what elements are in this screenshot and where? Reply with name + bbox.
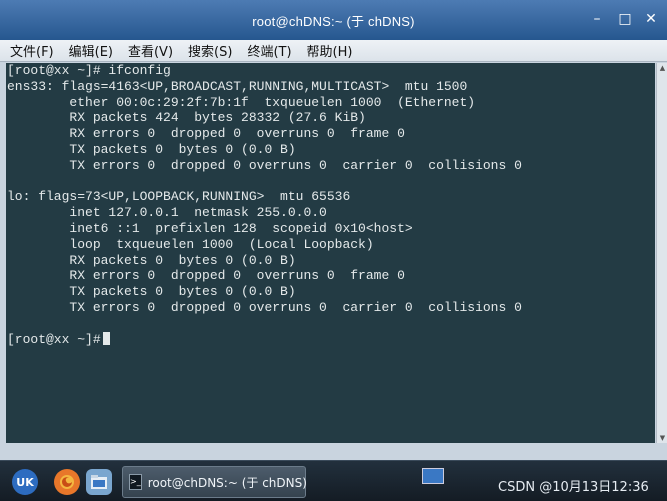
terminal-text: [root@xx ~]# ifconfig ens33: flags=4163<U… [6,63,655,347]
scroll-up-icon[interactable]: ▲ [657,63,667,73]
terminal-line: loop txqueuelen 1000 (Local Loopback) [7,236,374,252]
terminal-line: RX errors 0 dropped 0 overruns 0 frame 0 [7,268,405,284]
menu-view[interactable]: 查看(V) [128,41,173,60]
terminal-window: root@chDNS:~ (于 chDNS) – □ ✕ 文件(F) 编辑(E)… [0,0,667,460]
terminal-line: ether 00:0c:29:2f:7b:1f txqueuelen 1000 … [7,94,476,110]
terminal-line: TX packets 0 bytes 0 (0.0 B) [7,284,296,300]
terminal-output[interactable]: [root@xx ~]# ifconfig ens33: flags=4163<U… [6,63,655,443]
terminal-line: RX packets 0 bytes 0 (0.0 B) [7,252,296,268]
uk-start-icon[interactable]: UK [12,469,38,495]
terminal-cursor [102,331,110,345]
monitor-icon[interactable] [422,468,444,484]
terminal-line: lo: flags=73<UP,LOOPBACK,RUNNING> mtu 65… [7,189,351,205]
terminal-line: TX errors 0 dropped 0 overruns 0 carrier… [7,299,522,315]
terminal-line: TX errors 0 dropped 0 overruns 0 carrier… [7,157,522,173]
terminal-line: inet 127.0.0.1 netmask 255.0.0.0 [7,205,327,221]
menu-help[interactable]: 帮助(H) [307,41,353,60]
terminal-line: [root@xx ~]# [7,331,655,348]
task-terminal-label: root@chDNS:~ (于 chDNS) [147,475,307,490]
terminal-line: [root@xx ~]# ifconfig [7,63,171,78]
maximize-icon[interactable]: □ [614,9,636,29]
window-title: root@chDNS:~ (于 chDNS) [252,13,415,29]
uk-start-label: UK [16,475,34,489]
files-icon[interactable] [86,469,112,495]
title-bar[interactable]: root@chDNS:~ (于 chDNS) – □ ✕ [0,0,667,40]
menu-bar: 文件(F) 编辑(E) 查看(V) 搜索(S) 终端(T) 帮助(H) [0,40,667,62]
scrollbar[interactable]: ▲ ▼ [656,63,667,443]
menu-terminal[interactable]: 终端(T) [247,41,291,60]
terminal-line: TX packets 0 bytes 0 (0.0 B) [7,141,296,157]
menu-file[interactable]: 文件(F) [10,41,54,60]
terminal-line: inet6 ::1 prefixlen 128 scopeid 0x10<hos… [7,220,413,236]
minimize-icon[interactable]: – [586,9,608,29]
terminal-line: ens33: flags=4163<UP,BROADCAST,RUNNING,M… [7,78,468,94]
window-bottom-border [0,443,667,460]
close-icon[interactable]: ✕ [640,9,662,29]
terminal-line: RX packets 424 bytes 28332 (27.6 KiB) [7,110,366,126]
scroll-down-icon[interactable]: ▼ [657,433,667,443]
task-terminal-button[interactable]: >_ root@chDNS:~ (于 chDNS) [122,466,307,498]
firefox-icon[interactable] [54,469,80,495]
terminal-task-icon: >_ [129,474,142,490]
menu-search[interactable]: 搜索(S) [188,41,232,60]
tray-clock: CSDN @10月13日12:36 [498,480,649,495]
terminal-line: RX errors 0 dropped 0 overruns 0 frame 0 [7,126,405,142]
menu-edit[interactable]: 编辑(E) [69,41,113,60]
